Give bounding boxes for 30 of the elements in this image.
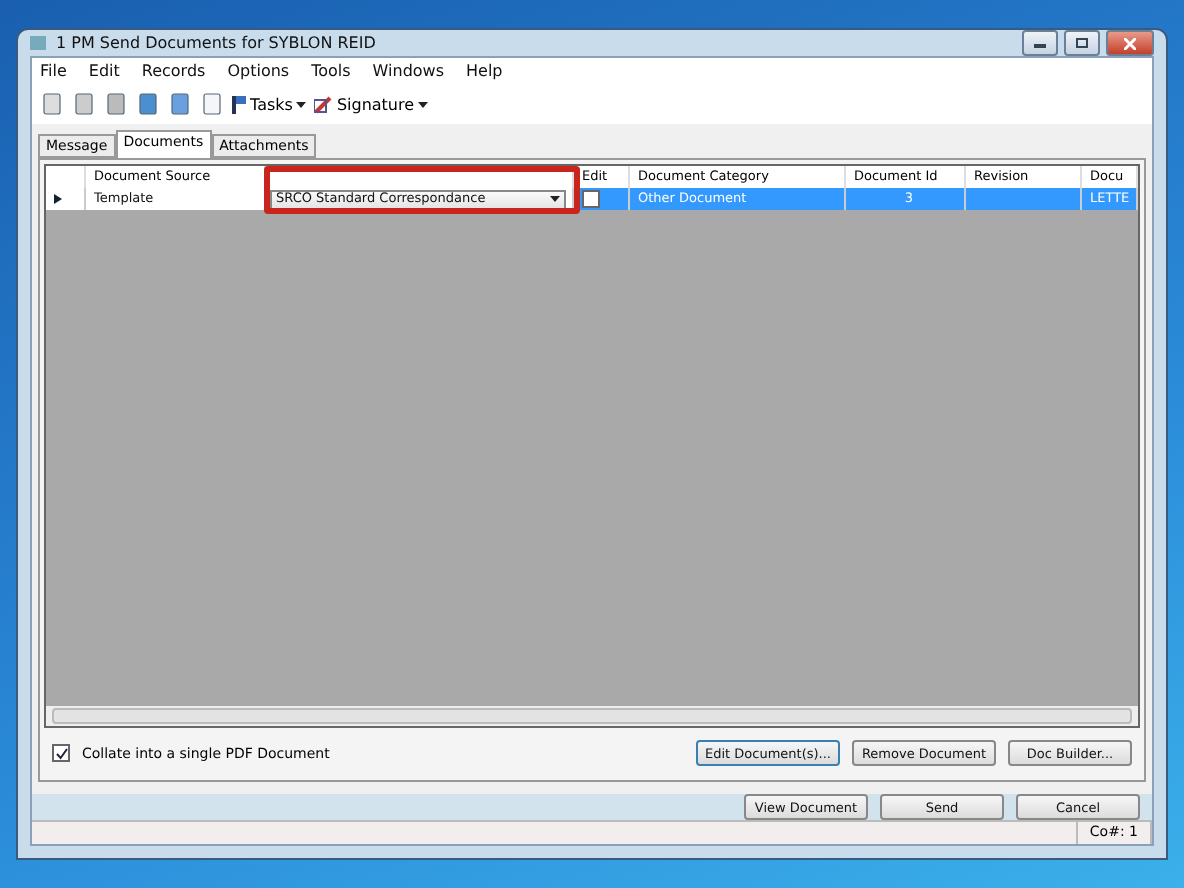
header-corner	[46, 166, 86, 188]
menu-item[interactable]: Tools	[311, 62, 351, 80]
row-pointer-icon	[54, 194, 62, 204]
menu-item[interactable]: Options	[227, 62, 290, 80]
menu-item[interactable]: Windows	[372, 62, 445, 80]
flag-icon	[232, 95, 246, 113]
menu-item[interactable]: Records	[141, 62, 206, 80]
caret-icon	[418, 101, 429, 107]
maximize-icon	[1076, 38, 1088, 48]
pen-icon	[314, 95, 333, 113]
tasks-button[interactable]: Tasks	[232, 95, 307, 113]
app-icon	[30, 34, 48, 52]
caret-icon	[550, 196, 560, 202]
horizontal-scrollbar[interactable]	[46, 706, 1138, 726]
minimize-button[interactable]	[1022, 30, 1058, 56]
caret-icon	[296, 101, 307, 107]
collate-checkbox[interactable]	[52, 744, 70, 762]
edit-checkbox[interactable]	[582, 190, 600, 208]
window-title: 1 PM Send Documents for SYBLON REID	[56, 34, 376, 52]
maximize-button[interactable]	[1064, 30, 1100, 56]
table-cell	[966, 188, 1082, 210]
row-selector[interactable]	[46, 188, 86, 210]
signature-button[interactable]: Signature	[314, 95, 429, 113]
menu-item[interactable]: Edit	[88, 62, 120, 80]
close-button[interactable]	[1106, 30, 1154, 56]
menu-item[interactable]: File	[40, 62, 67, 80]
close-icon	[1124, 37, 1136, 49]
minimize-icon	[1034, 39, 1046, 47]
menu-item[interactable]: Help	[466, 62, 503, 80]
checkmark-icon	[55, 747, 67, 759]
